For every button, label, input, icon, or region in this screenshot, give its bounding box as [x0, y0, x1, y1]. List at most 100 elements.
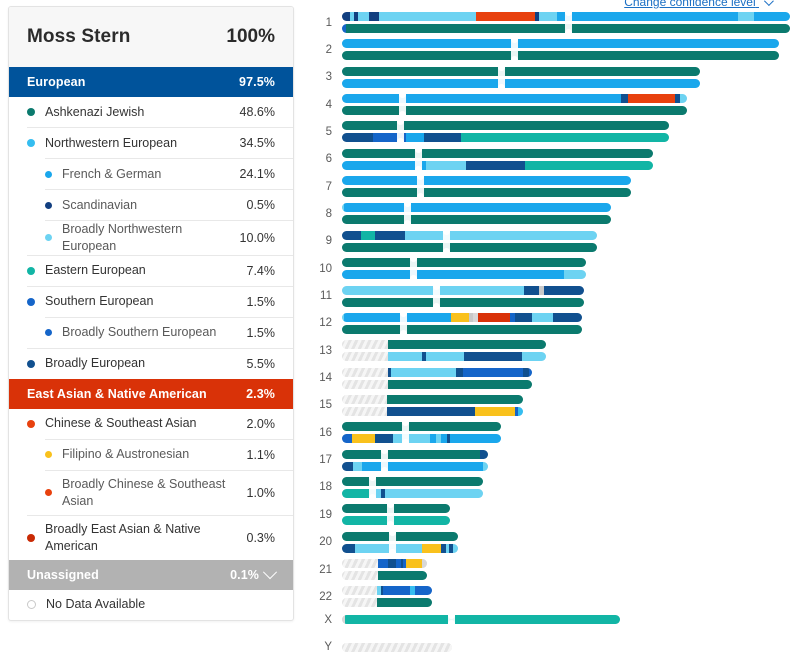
- ancestry-row[interactable]: No Data Available: [9, 590, 293, 620]
- chromosome-strand[interactable]: [342, 39, 779, 49]
- chromosome-strand[interactable]: [342, 461, 488, 471]
- ancestry-group-header[interactable]: Unassigned 0.1%: [9, 559, 293, 590]
- ancestry-row[interactable]: Eastern European 7.4%: [9, 256, 293, 286]
- ancestry-group-header[interactable]: East Asian & Native American 2.3%: [9, 378, 293, 409]
- chromosome-strand[interactable]: [342, 258, 586, 268]
- ancestry-row[interactable]: Scandinavian 0.5%: [9, 190, 293, 220]
- chromosome-strand[interactable]: [342, 94, 687, 104]
- ancestry-row[interactable]: Broadly Chinese & Southeast Asian 1.0%: [9, 471, 293, 515]
- chromosome-strand[interactable]: [342, 352, 546, 362]
- chromosome-strand[interactable]: [342, 488, 483, 498]
- ancestry-group-header[interactable]: European 97.5%: [9, 67, 293, 97]
- ancestry-row-percent: 2.0%: [246, 416, 276, 431]
- chromosome-row[interactable]: 19: [300, 503, 450, 527]
- chromosome-row[interactable]: 18: [300, 475, 483, 499]
- chromosome-row[interactable]: 1: [300, 11, 790, 34]
- chromosome-strand[interactable]: [342, 598, 432, 608]
- chromosome-strand[interactable]: [342, 203, 611, 213]
- chromosome-strand[interactable]: [342, 51, 779, 61]
- chromosome-strand[interactable]: [342, 78, 700, 88]
- chromosome-strand[interactable]: [342, 133, 669, 143]
- chromosome-row[interactable]: 9: [300, 229, 597, 253]
- ancestry-color-dot-icon: [45, 234, 52, 242]
- chromosome-strand[interactable]: [342, 449, 488, 459]
- chromosome-strand[interactable]: [342, 516, 450, 526]
- chromosome-strand[interactable]: [342, 12, 790, 21]
- ancestry-row[interactable]: Northwestern European 34.5%: [9, 128, 293, 158]
- chromosome-row[interactable]: 12: [300, 311, 582, 335]
- chromosome-strand[interactable]: [342, 312, 582, 322]
- ancestry-row[interactable]: Ashkenazi Jewish 48.6%: [9, 97, 293, 127]
- ancestry-segment: [387, 379, 532, 389]
- chromosome-strand[interactable]: [342, 642, 452, 652]
- chromosome-row[interactable]: 11: [300, 284, 584, 308]
- chromosome-strand[interactable]: [342, 297, 584, 307]
- chromosome-row[interactable]: 6: [300, 147, 653, 171]
- chevron-down-icon[interactable]: [262, 564, 278, 579]
- chromosome-strand[interactable]: [342, 148, 653, 158]
- chromosome-strand[interactable]: [342, 66, 700, 76]
- chromosome-row[interactable]: 13: [300, 340, 546, 362]
- chromosome-strand[interactable]: [342, 24, 790, 33]
- chromosome-strand[interactable]: [342, 106, 687, 116]
- ancestry-row[interactable]: Chinese & Southeast Asian 2.0%: [9, 409, 293, 439]
- ancestry-segment: [342, 488, 371, 498]
- ancestry-row[interactable]: Broadly Southern European 1.5%: [9, 318, 293, 348]
- ancestry-segment: [476, 12, 535, 21]
- chromosome-strand[interactable]: [342, 230, 597, 240]
- ancestry-group-percent: 2.3%: [246, 386, 275, 401]
- chromosome-strand[interactable]: [342, 476, 483, 486]
- ancestry-segment: [543, 285, 584, 295]
- chromosome-strand[interactable]: [342, 285, 584, 295]
- chromosome-row[interactable]: 4: [300, 93, 687, 117]
- ancestry-row[interactable]: Filipino & Austronesian 1.1%: [9, 440, 293, 470]
- chromosome-row[interactable]: 14: [300, 367, 532, 389]
- chromosome-strand[interactable]: [342, 176, 631, 186]
- chromosome-strand[interactable]: [342, 367, 532, 377]
- chromosome-strand[interactable]: [342, 324, 582, 334]
- chromosome-strand[interactable]: [342, 504, 450, 514]
- chromosome-row[interactable]: 3: [300, 65, 700, 89]
- chromosome-strand[interactable]: [342, 406, 523, 416]
- chromosome-strand[interactable]: [342, 121, 669, 131]
- chromosome-label: 17: [319, 454, 332, 467]
- chromosome-row[interactable]: 10: [300, 257, 586, 281]
- chromosome-row[interactable]: Y: [300, 641, 452, 653]
- chromosome-strand[interactable]: [342, 160, 653, 170]
- page-scrollbar[interactable]: [795, 0, 803, 671]
- chromosome-strand[interactable]: [342, 215, 611, 225]
- chromosome-strand[interactable]: [342, 394, 523, 404]
- chromosome-strand[interactable]: [342, 340, 546, 350]
- chromosome-row[interactable]: 2: [300, 38, 779, 62]
- chromosome-strand[interactable]: [342, 615, 620, 625]
- change-confidence-level-link[interactable]: Change confidence level: [624, 0, 774, 9]
- chromosome-row[interactable]: 16: [300, 421, 501, 445]
- chromosome-row[interactable]: X: [300, 614, 620, 626]
- chromosome-strand[interactable]: [342, 586, 432, 596]
- chromosome-strand[interactable]: [342, 188, 631, 198]
- ancestry-row[interactable]: Broadly East Asian & Native American 0.3%: [9, 516, 293, 560]
- chromosome-row[interactable]: 17: [300, 448, 488, 472]
- chromosome-row[interactable]: 7: [300, 175, 631, 199]
- chromosome-strand[interactable]: [342, 379, 532, 389]
- chromosome-strand[interactable]: [342, 434, 501, 444]
- chromosome-row[interactable]: 8: [300, 202, 611, 226]
- ancestry-row[interactable]: Broadly Northwestern European 10.0%: [9, 221, 293, 255]
- ancestry-row[interactable]: Southern European 1.5%: [9, 287, 293, 317]
- chromosome-row[interactable]: 15: [300, 394, 523, 416]
- chromosome-row[interactable]: 21: [300, 559, 427, 580]
- chromosome-row[interactable]: 22: [300, 586, 432, 608]
- ancestry-row[interactable]: Broadly European 5.5%: [9, 349, 293, 379]
- ancestry-row[interactable]: French & German 24.1%: [9, 159, 293, 189]
- chromosome-row[interactable]: 5: [300, 120, 669, 144]
- chromosome-strand[interactable]: [342, 422, 501, 432]
- ancestry-color-dot-icon: [45, 451, 52, 459]
- chromosome-row[interactable]: 20: [300, 530, 458, 554]
- chromosome-strand[interactable]: [342, 242, 597, 252]
- chromosome-strand[interactable]: [342, 571, 427, 580]
- chromosome-strand[interactable]: [342, 270, 586, 280]
- chromosome-strand[interactable]: [342, 531, 458, 541]
- chromosome-strand[interactable]: [342, 543, 458, 553]
- chromosome-strand[interactable]: [342, 559, 427, 568]
- chromosome-strands: [342, 257, 586, 281]
